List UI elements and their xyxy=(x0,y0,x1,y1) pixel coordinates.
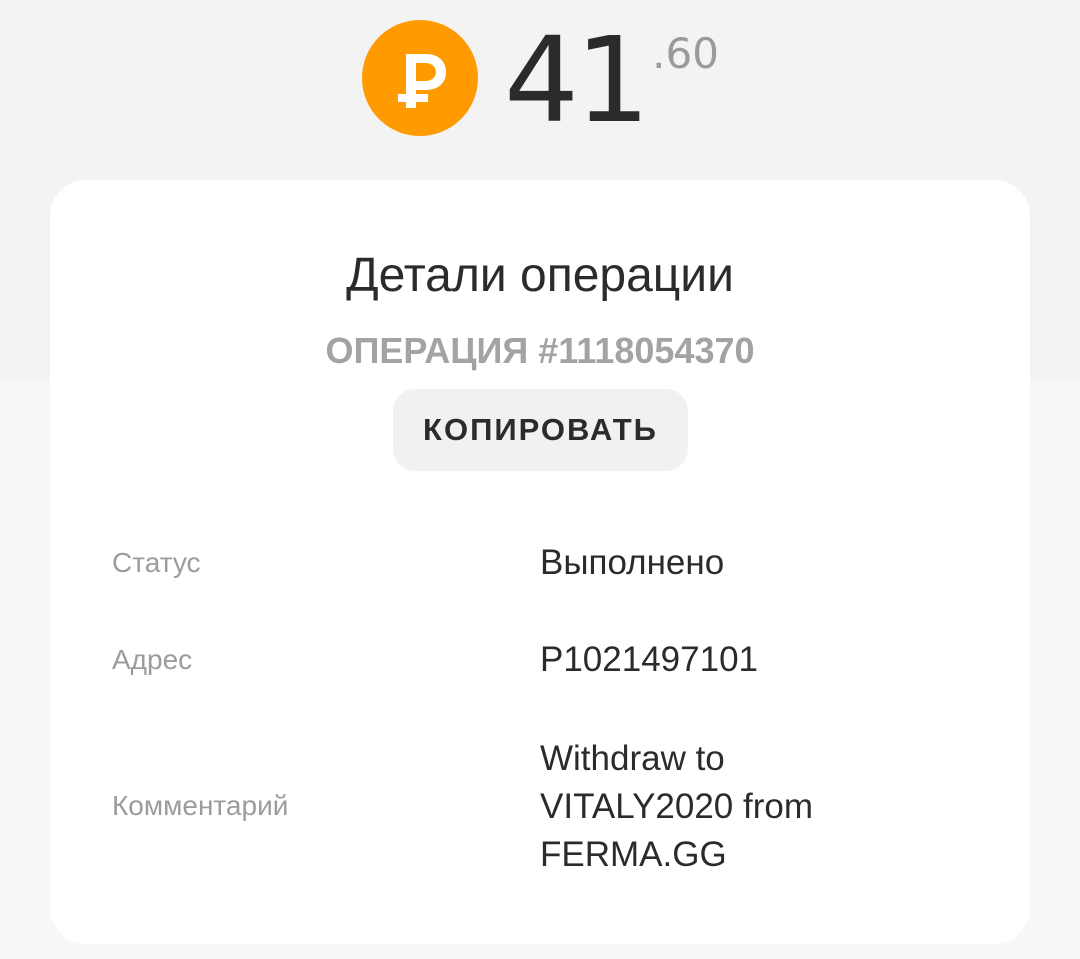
comment-value: Withdraw to VITALY2020 from FERMA.GG xyxy=(540,735,980,879)
comment-line: VITALY2020 from xyxy=(540,787,813,826)
address-label: Адрес xyxy=(112,644,193,675)
balance-fraction: .60 xyxy=(652,29,719,78)
balance-amount: 41 .60 xyxy=(362,11,719,149)
card-title: Детали операции xyxy=(346,249,734,302)
operation-number: ОПЕРАЦИЯ #1118054370 xyxy=(325,330,755,371)
comment-label: Комментарий xyxy=(112,790,289,821)
ruble-icon xyxy=(362,20,478,136)
comment-line: Withdraw to xyxy=(540,739,725,778)
address-value: P1021497101 xyxy=(540,640,758,679)
copy-button[interactable]: КОПИРОВАТЬ xyxy=(393,389,688,471)
comment-line: FERMA.GG xyxy=(540,835,727,874)
operation-details-card: Детали операции ОПЕРАЦИЯ #1118054370 КОП… xyxy=(50,180,1030,944)
balance-integer: 41 xyxy=(504,11,650,149)
status-value: Выполнено xyxy=(540,543,725,582)
status-label: Статус xyxy=(112,547,201,578)
